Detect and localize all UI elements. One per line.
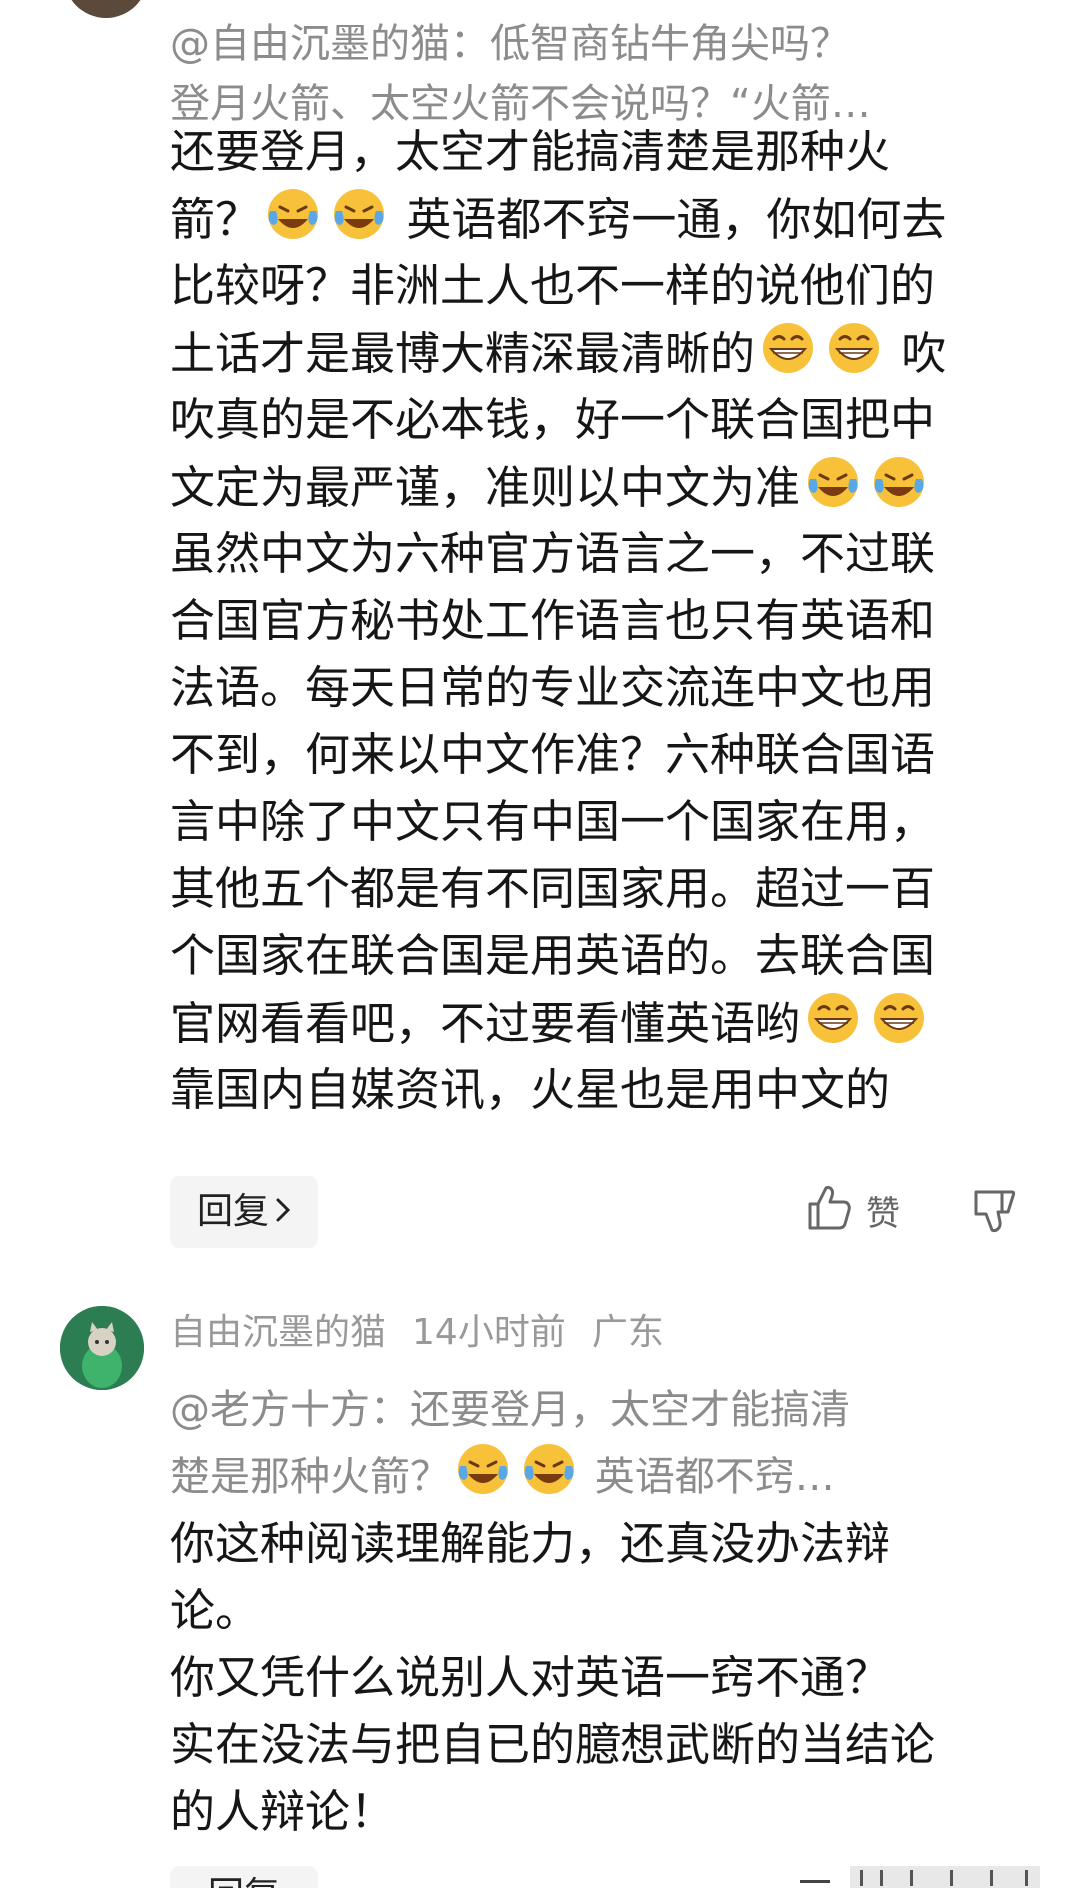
watermark [800,1862,1050,1888]
reply-label: 回复 [196,1191,269,1232]
like-label: 赞 [866,1193,900,1234]
text-line: 箭？ 英语都不窍一通，你如何去 [170,185,1010,252]
text-segment: 靠国内自媒资讯，火星也是用中文的 [170,1063,891,1116]
author-name[interactable]: 自由沉墨的猫 [170,1312,386,1353]
reply-label: 回复 [208,1875,280,1888]
grinning-emoji [763,323,814,373]
comment-body: 还要登月，太空才能搞清楚是那种火 箭？ 英语都不窍一通，你如何去 比较呀？非洲土人也… [170,118,1010,1123]
text-line: 实在没法与把自已的臆想武断的当结论 [170,1711,1010,1778]
text-segment: 箭？ [170,193,261,246]
text-segment: 还要登月，太空才能搞清楚是那种火 [170,125,891,178]
avatar[interactable] [60,1306,144,1390]
text-segment: 官网看看吧，不过要看懂英语哟 [170,997,801,1050]
text-line: 靠国内自媒资讯，火星也是用中文的 [170,1056,1010,1123]
text-line: @老方十方：还要登月，太空才能搞清 [170,1380,1010,1440]
location: 广东 [591,1312,664,1353]
text-segment: 其他五个都是有不同国家用。超过一百 [170,862,936,915]
text-line: 你这种阅读理解能力，还真没办法辩 [170,1510,1010,1577]
text-line: 个国家在联合国是用英语的。去联合国 [170,922,1010,989]
laughing-crying-emoji [874,457,925,507]
text-segment: @老方十方：还要登月，太空才能搞清 [170,1387,850,1433]
avatar[interactable] [64,0,148,18]
grinning-emoji [874,993,925,1043]
text-segment: 不到，何来以中文作准？六种联合国语 [170,728,936,781]
quoted-reply: @自由沉墨的猫：低智商钻牛角尖吗？ 登月火箭、太空火箭不会说吗？“火箭… [170,14,1010,134]
text-line: 比较呀？非洲土人也不一样的说他们的 [170,252,1010,319]
comment-thread: @自由沉墨的猫：低智商钻牛角尖吗？ 登月火箭、太空火箭不会说吗？“火箭… 还要登… [0,0,1070,1888]
laughing-crying-emoji [268,189,319,239]
text-segment: 虽然中文为六种官方语言之一，不过联 [170,527,936,580]
text-line: 合国官方秘书处工作语言也只有英语和 [170,587,1010,654]
thumbs-up-icon [806,1184,852,1236]
text-segment: 英语都不窍一通，你如何去 [392,193,947,246]
text-line: 土话才是最博大精深最清晰的 吹 [170,319,1010,386]
laughing-crying-emoji [458,1444,508,1494]
quoted-reply: @老方十方：还要登月，太空才能搞清 楚是那种火箭？ 英语都不窍… [170,1380,1010,1507]
text-line: 法语。每天日常的专业交流连中文也用 [170,654,1010,721]
text-segment: 个国家在联合国是用英语的。去联合国 [170,929,936,982]
grinning-emoji [829,323,880,373]
dislike-button[interactable] [972,1186,1016,1238]
text-line: 言中除了中文只有中国一个国家在用， [170,788,1010,855]
reply-button[interactable]: 回复 [170,1176,318,1248]
text-segment: 法语。每天日常的专业交流连中文也用 [170,661,936,714]
comment-body: 你这种阅读理解能力，还真没办法辩 论。你又凭什么说别人对英语一窍不通？ 实在没法与把… [170,1510,1010,1845]
laughing-crying-emoji [334,189,385,239]
text-line: 不到，何来以中文作准？六种联合国语 [170,721,1010,788]
text-line: 官网看看吧，不过要看懂英语哟 [170,989,1010,1056]
text-segment: 英语都不窍… [582,1454,835,1500]
text-line: 吹真的是不必本钱，好一个联合国把中 [170,386,1010,453]
text-segment: 楚是那种火箭？ [170,1454,450,1500]
comment-meta: 自由沉墨的猫 14小时前 广东 [170,1306,690,1360]
text-segment: 吹 [887,327,947,380]
text-segment: 你这种阅读理解能力，还真没办法辩 [170,1517,891,1570]
text-segment: 土话才是最博大精深最清晰的 [170,327,756,380]
text-segment: 你又凭什么说别人对英语一窍不通？ [170,1651,891,1704]
thumbs-down-icon [972,1190,1016,1238]
chevron-right-icon [275,1176,291,1248]
text-line: 你又凭什么说别人对英语一窍不通？ [170,1644,1010,1711]
quote-line: @自由沉墨的猫：低智商钻牛角尖吗？ [170,21,850,67]
text-segment: 论。 [170,1584,261,1637]
laughing-crying-emoji [808,457,859,507]
reply-button[interactable]: 回复 [170,1866,318,1888]
text-line: 论。 [170,1577,1010,1644]
text-line: 文定为最严谨，准则以中文为准 [170,453,1010,520]
grinning-emoji [808,993,859,1043]
timestamp: 14小时前 [412,1312,566,1353]
text-segment: 合国官方秘书处工作语言也只有英语和 [170,594,936,647]
text-line: 的人辩论！ [170,1778,1010,1845]
text-line: 虽然中文为六种官方语言之一，不过联 [170,520,1010,587]
text-segment: 言中除了中文只有中国一个国家在用， [170,795,936,848]
text-line: 还要登月，太空才能搞清楚是那种火 [170,118,1010,185]
text-line: 其他五个都是有不同国家用。超过一百 [170,855,1010,922]
text-line: 楚是那种火箭？ 英语都不窍… [170,1440,1010,1507]
text-segment: 实在没法与把自已的臆想武断的当结论 [170,1718,936,1771]
like-button[interactable]: 赞 [806,1184,900,1236]
text-segment: 吹真的是不必本钱，好一个联合国把中 [170,393,936,446]
text-segment: 的人辩论！ [170,1785,396,1838]
laughing-crying-emoji [524,1444,574,1494]
text-segment: 文定为最严谨，准则以中文为准 [170,461,801,514]
text-segment: 比较呀？非洲土人也不一样的说他们的 [170,259,936,312]
